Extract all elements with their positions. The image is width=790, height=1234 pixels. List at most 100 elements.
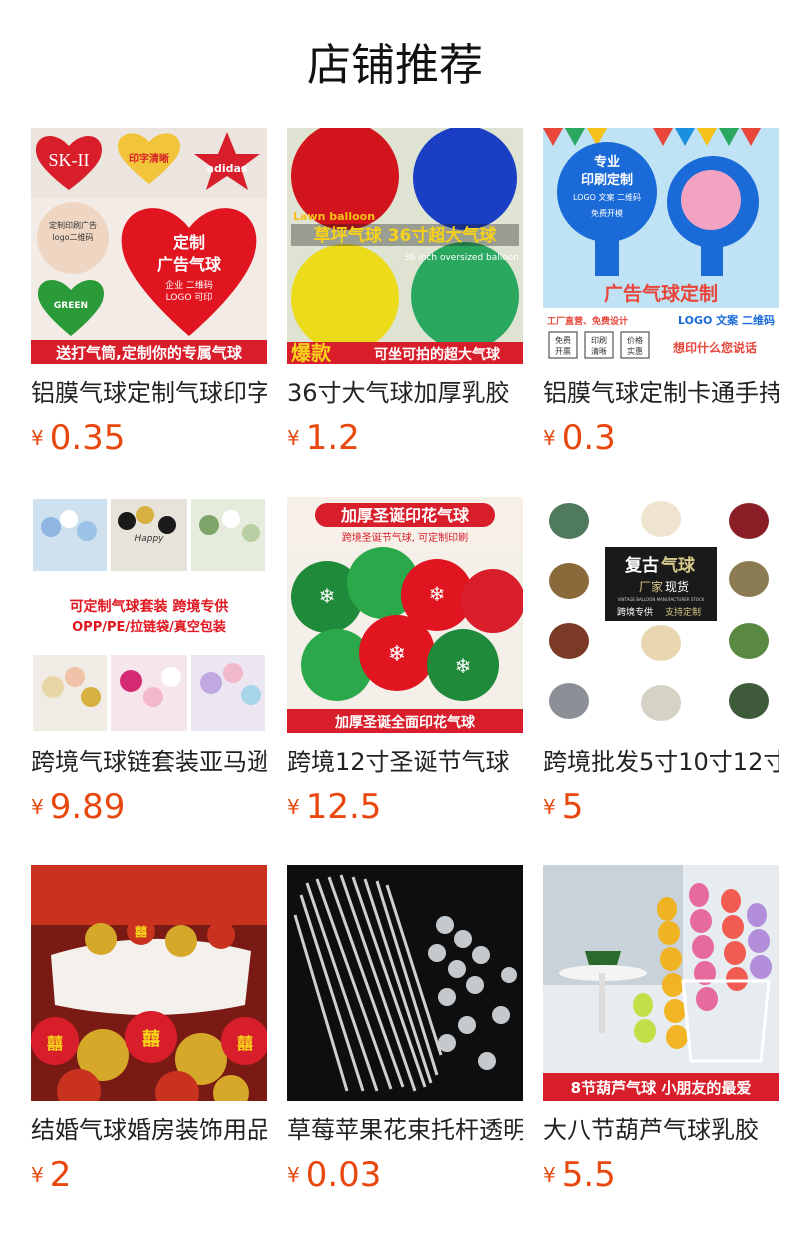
- product-card[interactable]: 复古 气球 厂家 现货 VINTAGE BALLOON MANUFACTURER…: [543, 497, 779, 827]
- svg-text:价格: 价格: [627, 335, 643, 345]
- svg-text:LOGO 可印: LOGO 可印: [166, 291, 213, 303]
- product-title[interactable]: 草莓苹果花束托杆透明: [287, 1113, 523, 1147]
- page-title: 店铺推荐: [307, 40, 483, 91]
- price-value: 12.5: [305, 787, 382, 827]
- product-image[interactable]: 囍 囍 囍 囍: [31, 865, 267, 1101]
- price-value: 2: [49, 1155, 72, 1195]
- svg-text:加厚圣诞印花气球: 加厚圣诞印花气球: [340, 506, 470, 525]
- currency-symbol: ¥: [287, 426, 300, 450]
- product-image-gourd-balloons: 8节葫芦气球 小朋友的最爱: [543, 865, 779, 1101]
- product-price: ¥5.5: [543, 1153, 616, 1197]
- svg-text:复古: 复古: [624, 555, 659, 576]
- product-card[interactable]: 8节葫芦气球 小朋友的最爱 大八节葫芦气球乳胶 ¥5.5: [543, 865, 779, 1195]
- product-image[interactable]: Lawn balloon 草坪气球 36寸超大气球 36 inch oversi…: [287, 128, 523, 364]
- currency-symbol: ¥: [287, 795, 300, 819]
- price-value: 5.5: [561, 1155, 616, 1195]
- svg-text:专业: 专业: [594, 154, 620, 170]
- product-image[interactable]: Happy 可定制气球套装 跨境专供 OPP/PE/拉链袋/真空包装: [31, 497, 267, 733]
- product-card[interactable]: 囍 囍 囍 囍 结婚气球婚房装饰用品 ¥2: [31, 865, 267, 1195]
- product-image-retro-balloons: 复古 气球 厂家 现货 VINTAGE BALLOON MANUFACTURER…: [543, 497, 779, 733]
- svg-text:OPP/PE/拉链袋/真空包装: OPP/PE/拉链袋/真空包装: [72, 619, 226, 635]
- svg-text:企业 二维码: 企业 二维码: [165, 279, 213, 291]
- svg-text:印刷: 印刷: [591, 336, 607, 345]
- product-image[interactable]: [287, 865, 523, 1101]
- product-title[interactable]: 铝膜气球定制气球印字: [31, 376, 267, 410]
- product-title[interactable]: 跨境批发5寸10寸12寸: [543, 745, 779, 779]
- product-price: ¥0.3: [543, 416, 616, 460]
- currency-symbol: ¥: [31, 1163, 44, 1187]
- svg-text:❄: ❄: [319, 584, 336, 608]
- svg-text:工厂直营、免费设计: 工厂直营、免费设计: [547, 315, 628, 327]
- svg-text:囍: 囍: [237, 1034, 253, 1053]
- product-price: ¥0.35: [31, 416, 125, 460]
- product-image[interactable]: 8节葫芦气球 小朋友的最爱: [543, 865, 779, 1101]
- svg-text:厂家: 厂家: [639, 579, 663, 594]
- svg-text:36 inch oversized balloon: 36 inch oversized balloon: [404, 253, 519, 263]
- price-value: 9.89: [49, 787, 126, 827]
- product-image[interactable]: SK-II 印字清晰 adidas 定制印刷广告 logo二维码 GREEN 定…: [31, 128, 267, 364]
- product-price: ¥1.2: [287, 416, 360, 460]
- product-title[interactable]: 跨境12寸圣诞节气球: [287, 745, 523, 779]
- product-image[interactable]: 复古 气球 厂家 现货 VINTAGE BALLOON MANUFACTURER…: [543, 497, 779, 733]
- svg-text:广告气球定制: 广告气球定制: [604, 282, 718, 305]
- currency-symbol: ¥: [31, 426, 44, 450]
- product-price: ¥9.89: [31, 785, 125, 829]
- product-image-big-balloons: Lawn balloon 草坪气球 36寸超大气球 36 inch oversi…: [287, 128, 523, 364]
- svg-text:❄: ❄: [388, 642, 406, 667]
- currency-symbol: ¥: [543, 795, 556, 819]
- product-image-christmas-balloons: 加厚圣诞印花气球 跨境圣诞节气球, 可定制印刷 ❄ ❄ ❄ ❄ 加厚圣诞全面印花…: [287, 497, 523, 733]
- svg-text:VINTAGE BALLOON MANUFACTURER S: VINTAGE BALLOON MANUFACTURER STOCK: [618, 597, 705, 602]
- product-title[interactable]: 跨境气球链套装亚马逊: [31, 745, 267, 779]
- svg-text:加厚圣诞全面印花气球: 加厚圣诞全面印花气球: [334, 714, 476, 731]
- currency-symbol: ¥: [31, 795, 44, 819]
- svg-text:印刷定制: 印刷定制: [581, 172, 633, 188]
- svg-text:免费开模: 免费开模: [591, 208, 623, 218]
- svg-text:GREEN: GREEN: [54, 301, 88, 311]
- svg-text:可定制气球套装 跨境专供: 可定制气球套装 跨境专供: [70, 598, 229, 615]
- svg-text:送打气筒,定制你的专属气球: 送打气筒,定制你的专属气球: [55, 344, 243, 362]
- product-price: ¥5: [543, 785, 583, 829]
- svg-text:囍: 囍: [135, 924, 147, 939]
- svg-text:草坪气球 36寸超大气球: 草坪气球 36寸超大气球: [314, 225, 498, 246]
- product-image-balloon-garland: Happy 可定制气球套装 跨境专供 OPP/PE/拉链袋/真空包装: [31, 497, 267, 733]
- product-card[interactable]: 加厚圣诞印花气球 跨境圣诞节气球, 可定制印刷 ❄ ❄ ❄ ❄ 加厚圣诞全面印花…: [287, 497, 523, 827]
- product-price: ¥0.03: [287, 1153, 381, 1197]
- svg-text:Lawn balloon: Lawn balloon: [293, 210, 375, 223]
- price-value: 0.03: [305, 1155, 382, 1195]
- svg-text:定制印刷广告: 定制印刷广告: [49, 220, 97, 230]
- price-value: 5: [561, 787, 584, 827]
- svg-text:囍: 囍: [142, 1029, 160, 1050]
- svg-text:免费: 免费: [555, 335, 571, 345]
- svg-text:❄: ❄: [455, 654, 472, 678]
- svg-text:气球: 气球: [660, 555, 696, 576]
- product-image-foil-balloons: SK-II 印字清晰 adidas 定制印刷广告 logo二维码 GREEN 定…: [31, 128, 267, 364]
- svg-text:LOGO 文案 二维码: LOGO 文案 二维码: [678, 313, 775, 327]
- product-price: ¥12.5: [287, 785, 381, 829]
- svg-text:adidas: adidas: [207, 162, 248, 175]
- svg-text:跨境专供: 跨境专供: [617, 606, 653, 618]
- product-title[interactable]: 36寸大气球加厚乳胶: [287, 376, 523, 410]
- svg-text:LOGO 文案 二维码: LOGO 文案 二维码: [573, 192, 641, 202]
- svg-text:8节葫芦气球 小朋友的最爱: 8节葫芦气球 小朋友的最爱: [571, 1079, 752, 1097]
- currency-symbol: ¥: [287, 1163, 300, 1187]
- svg-text:想印什么您说话: 想印什么您说话: [672, 340, 757, 355]
- product-image[interactable]: 专业 印刷定制 LOGO 文案 二维码 免费开模 广告气球定制 工厂直营、免费设…: [543, 128, 779, 364]
- svg-text:开票: 开票: [555, 347, 571, 356]
- product-card[interactable]: SK-II 印字清晰 adidas 定制印刷广告 logo二维码 GREEN 定…: [31, 128, 267, 458]
- product-image[interactable]: 加厚圣诞印花气球 跨境圣诞节气球, 可定制印刷 ❄ ❄ ❄ ❄ 加厚圣诞全面印花…: [287, 497, 523, 733]
- product-card[interactable]: Happy 可定制气球套装 跨境专供 OPP/PE/拉链袋/真空包装 跨境气球链…: [31, 497, 267, 827]
- svg-text:清晰: 清晰: [591, 346, 607, 356]
- product-card[interactable]: Lawn balloon 草坪气球 36寸超大气球 36 inch oversi…: [287, 128, 523, 458]
- price-value: 0.35: [49, 418, 126, 458]
- price-value: 0.3: [561, 418, 616, 458]
- product-image-handheld-balloons: 专业 印刷定制 LOGO 文案 二维码 免费开模 广告气球定制 工厂直营、免费设…: [543, 128, 779, 364]
- product-image-balloon-sticks: [287, 865, 523, 1101]
- product-card[interactable]: 专业 印刷定制 LOGO 文案 二维码 免费开模 广告气球定制 工厂直营、免费设…: [543, 128, 779, 458]
- product-title[interactable]: 铝膜气球定制卡通手持: [543, 376, 779, 410]
- svg-text:可坐可拍的超大气球: 可坐可拍的超大气球: [374, 346, 501, 363]
- svg-text:爆款: 爆款: [291, 341, 332, 364]
- product-title[interactable]: 结婚气球婚房装饰用品: [31, 1113, 267, 1147]
- svg-text:支持定制: 支持定制: [665, 606, 701, 618]
- product-card[interactable]: 草莓苹果花束托杆透明 ¥0.03: [287, 865, 523, 1195]
- product-title[interactable]: 大八节葫芦气球乳胶: [543, 1113, 779, 1147]
